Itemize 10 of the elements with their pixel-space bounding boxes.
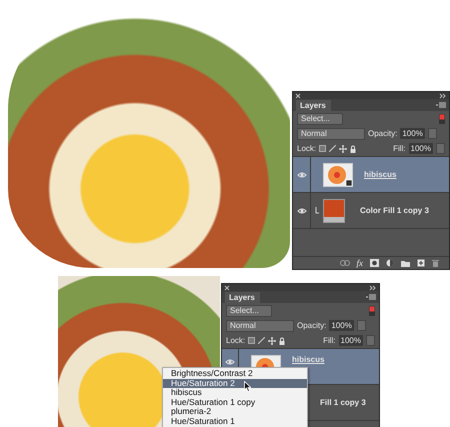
fill-label: Fill: (393, 144, 406, 153)
layer-name: Fill 1 copy 3 (320, 398, 366, 407)
lock-label: Lock: (297, 144, 316, 153)
fill-label: Fill: (323, 336, 336, 345)
lock-label: Lock: (226, 336, 246, 345)
opacity-label: Opacity: (368, 129, 398, 138)
opacity-label: Opacity: (297, 321, 326, 330)
layer-name: hibiscus (292, 355, 324, 364)
layer-name: Color Fill 1 copy 3 (360, 206, 429, 215)
layer-name: hibiscus (364, 170, 396, 179)
